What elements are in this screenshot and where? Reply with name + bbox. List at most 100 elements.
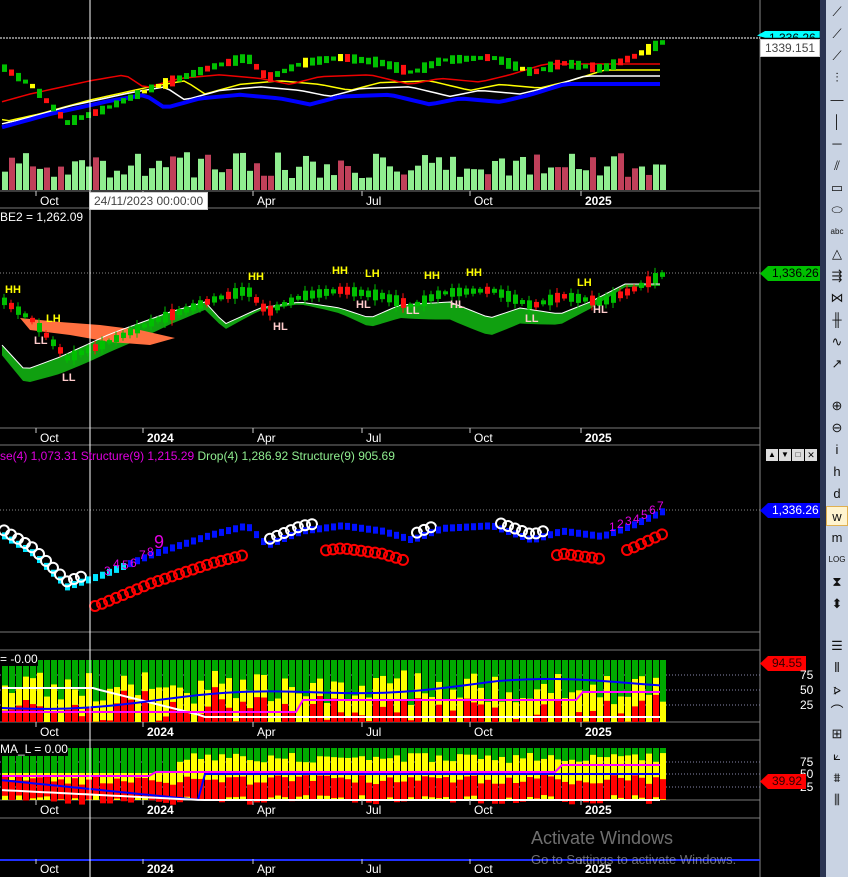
candle <box>366 57 371 65</box>
parallel-lines-icon[interactable]: ⫽ <box>826 156 848 176</box>
candle <box>254 297 259 303</box>
oscillator-bar <box>359 775 365 796</box>
candle <box>352 54 357 64</box>
volume-bar <box>646 174 652 190</box>
candle <box>240 287 245 296</box>
volume-bar <box>128 165 134 190</box>
gann-icon[interactable]: ╫ <box>826 310 848 330</box>
ray-icon[interactable]: ⟋ <box>826 24 848 44</box>
chart-canvas[interactable] <box>0 0 820 877</box>
line-icon[interactable]: ⟋ <box>826 2 848 22</box>
candle <box>443 524 448 532</box>
oscillator-bar <box>163 716 169 722</box>
candle <box>352 523 357 531</box>
arcs-icon[interactable]: ⌒ <box>826 702 848 722</box>
oscillator-bar <box>562 781 568 802</box>
candle <box>247 54 252 65</box>
oscillator-bar <box>107 720 113 722</box>
volume-bar <box>639 166 645 190</box>
grid-icon[interactable]: ⊞ <box>826 724 848 744</box>
volume-bar <box>247 170 253 190</box>
pane-maximize-button[interactable]: □ <box>792 449 804 461</box>
volume-bar <box>177 157 183 190</box>
oscillator-bar <box>331 698 337 722</box>
candle <box>149 84 154 93</box>
pane-close-button[interactable]: ✕ <box>805 449 817 461</box>
weekly-icon[interactable]: w <box>826 506 848 526</box>
candle <box>611 292 616 303</box>
setup-circle <box>236 549 248 562</box>
intraday-icon[interactable]: i <box>826 440 848 460</box>
candle <box>310 57 315 66</box>
pattern-label: HH <box>248 271 264 283</box>
pane-move-up-button[interactable]: ▲ <box>766 449 778 461</box>
candle <box>541 67 546 72</box>
ellipse-icon[interactable]: ⬭ <box>826 200 848 220</box>
axis-label: Apr <box>257 431 276 445</box>
arrow-line-icon[interactable]: ↗ <box>826 354 848 374</box>
volume-bar <box>590 157 596 190</box>
volume-bar <box>541 173 547 190</box>
oscillator-bar <box>632 775 638 796</box>
zigzag-icon[interactable]: ∿ <box>826 332 848 352</box>
candle <box>331 56 336 61</box>
fib-fan-icon[interactable]: ⦠ <box>826 680 848 700</box>
pane2-title: BE2 = 1,262.09 <box>0 210 84 224</box>
oscillator-bar <box>408 777 414 798</box>
oscillator-bar <box>527 698 533 722</box>
axis-label: 2024 <box>147 862 174 876</box>
pane-move-down-button[interactable]: ▼ <box>779 449 791 461</box>
triangle-icon[interactable]: △ <box>826 244 848 264</box>
text-icon[interactable]: abc <box>826 222 848 242</box>
candle <box>604 63 609 72</box>
fit-icon[interactable]: ⧗ <box>826 572 848 592</box>
candle <box>436 57 441 67</box>
oscillator-bar <box>30 704 36 722</box>
candle <box>562 527 567 535</box>
timezones-icon[interactable]: ⫼ <box>826 790 848 810</box>
horizontal-line-icon[interactable]: ─ <box>826 134 848 154</box>
volume-bar <box>562 167 568 190</box>
candle <box>548 61 553 73</box>
fib-retracement-icon[interactable]: ⩩ <box>826 768 848 788</box>
list-icon[interactable]: ☰ <box>826 636 848 656</box>
bars-icon[interactable]: ⦀ <box>826 658 848 678</box>
oscillator-bar <box>429 777 435 798</box>
zoom-in-icon[interactable]: ⊕ <box>826 396 848 416</box>
volume-bar <box>58 166 64 190</box>
oscillator-bar <box>611 704 617 722</box>
candle <box>590 62 595 73</box>
candle <box>618 291 623 299</box>
extended-line-icon[interactable]: ⟋ <box>826 46 848 66</box>
vertical-segment-icon[interactable]: ⫶ <box>826 68 848 88</box>
horizontal-segment-icon[interactable]: — <box>826 90 848 110</box>
scroll-icon[interactable]: ⬍ <box>826 594 848 614</box>
cycles-icon[interactable]: ⋈ <box>826 288 848 308</box>
volume-bar <box>2 171 8 190</box>
daily-icon[interactable]: d <box>826 484 848 504</box>
log-scale-icon[interactable]: LOG <box>826 550 848 570</box>
rectangle-icon[interactable]: ▭ <box>826 178 848 198</box>
candle <box>170 544 175 552</box>
candle <box>464 55 469 62</box>
hourly-icon[interactable]: h <box>826 462 848 482</box>
gann-fan-icon[interactable]: ⟀ <box>826 746 848 766</box>
volume-bar <box>597 175 603 190</box>
vertical-line-icon[interactable]: │ <box>826 112 848 132</box>
oscillator-bar <box>436 778 442 799</box>
candle <box>422 295 427 307</box>
axis-label: 2024 <box>147 803 174 817</box>
oscillator-bar <box>170 784 176 805</box>
arrow-icon[interactable]: ⇶ <box>826 266 848 286</box>
oscillator-bar <box>639 700 645 722</box>
pattern-label: HH <box>332 265 348 277</box>
pane5-value-tag: 39.92 <box>760 774 807 789</box>
oscillator-bar <box>387 700 393 722</box>
monthly-icon[interactable]: m <box>826 528 848 548</box>
candle <box>331 523 336 531</box>
oscillator-bar <box>324 775 330 796</box>
oscillator-bar <box>457 779 463 800</box>
volume-bar <box>51 176 57 190</box>
zoom-out-icon[interactable]: ⊖ <box>826 418 848 438</box>
volume-bar <box>191 177 197 190</box>
